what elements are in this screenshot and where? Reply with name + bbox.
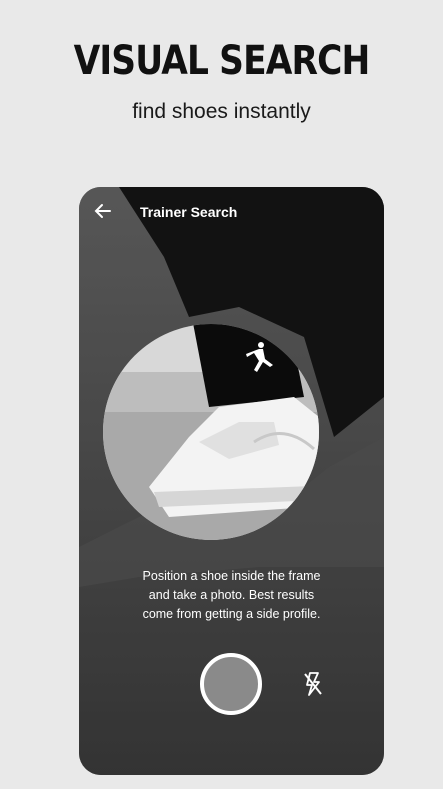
instruction-line: come from getting a side profile.	[142, 607, 321, 621]
instruction-line: Position a shoe inside the frame	[142, 569, 321, 583]
phone-screen: Trainer Search Position a shoe inside th…	[79, 187, 384, 775]
flash-off-icon[interactable]	[302, 671, 324, 697]
app-header: Trainer Search	[79, 187, 384, 239]
back-arrow-icon[interactable]	[93, 201, 113, 221]
shutter-button[interactable]	[200, 653, 262, 715]
promo-subheadline: find shoes instantly	[132, 100, 311, 123]
screen-title: Trainer Search	[140, 204, 238, 220]
instruction-line: and take a photo. Best results	[148, 588, 315, 602]
instructions: Position a shoe inside the frame and tak…	[79, 567, 384, 624]
promo-headline: VISUAL SEARCH	[73, 38, 371, 84]
